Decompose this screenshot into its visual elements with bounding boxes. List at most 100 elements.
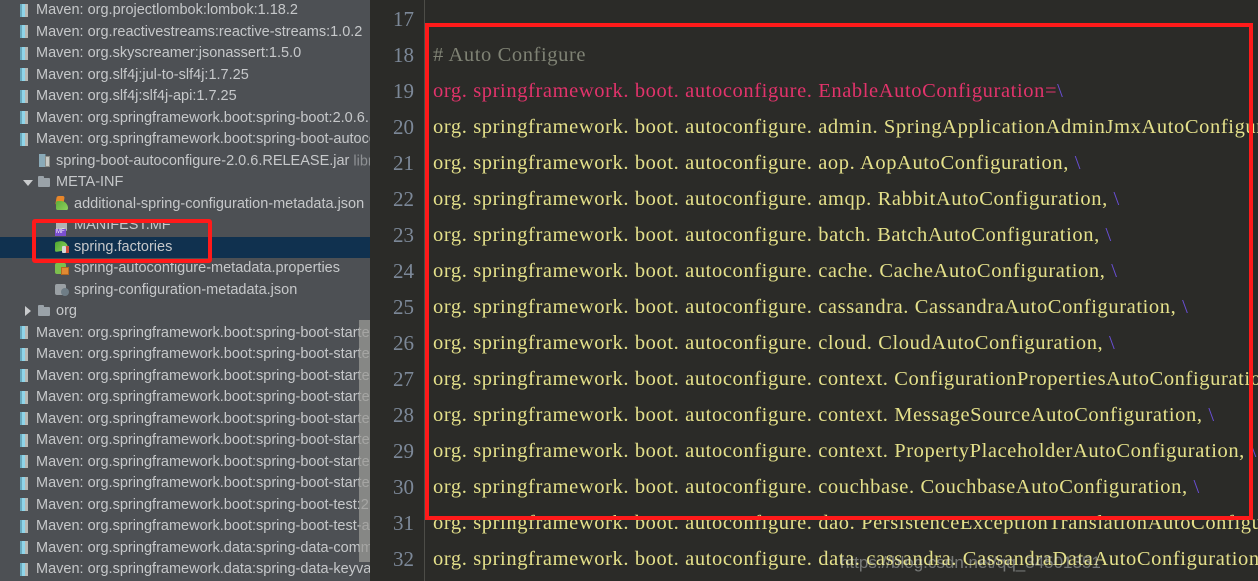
project-tree-panel[interactable]: Maven: org.projectlombok:lombok:1.18.2 Ma…: [0, 0, 370, 581]
maven-icon: [17, 540, 32, 555]
code-line[interactable]: 22 org. springframework. boot. autoconfig…: [370, 181, 1258, 217]
tree-row-label: Maven: org.slf4j:jul-to-slf4j:1.7.25: [36, 66, 249, 83]
line-number: 20: [393, 115, 414, 139]
tree-row[interactable]: spring.factories: [0, 236, 370, 258]
code-line[interactable]: 19 org. springframework. boot. autoconfig…: [370, 73, 1258, 109]
line-number: 32: [393, 547, 414, 571]
manifest-icon: [55, 218, 70, 236]
code-line[interactable]: 29 org. springframework. boot. autoconfig…: [370, 433, 1258, 469]
code-line[interactable]: 20 org. springframework. boot. autoconfig…: [370, 109, 1258, 145]
maven-icon: [17, 411, 32, 426]
code-text: org. springframework. boot. autoconfigur…: [433, 325, 1115, 361]
code-token: org. springframework. boot. autoconfigur…: [433, 188, 1114, 210]
maven-icon: [17, 454, 32, 469]
tree-row[interactable]: MANIFEST.MF: [0, 215, 370, 237]
tree-row[interactable]: Maven: org.springframework.data:spring-d…: [0, 559, 370, 581]
code-token: \: [1057, 80, 1064, 102]
code-line[interactable]: 18 # Auto Configure: [370, 37, 1258, 73]
code-text: org. springframework. boot. autoconfigur…: [433, 361, 1258, 397]
tree-row[interactable]: Maven: org.springframework.boot:spring-b…: [0, 129, 370, 151]
code-line[interactable]: 26 org. springframework. boot. autoconfig…: [370, 325, 1258, 361]
line-number: 26: [393, 331, 414, 355]
tree-row-label: Maven: org.springframework.boot:spring-b…: [36, 367, 370, 384]
maven-icon: [17, 476, 32, 491]
code-line[interactable]: 30 org. springframework. boot. autoconfig…: [370, 469, 1258, 505]
maven-icon: [17, 89, 32, 104]
code-token: # Auto Configure: [433, 44, 587, 66]
code-text: org. springframework. boot. autoconfigur…: [433, 505, 1258, 541]
chevron-right-icon[interactable]: [22, 305, 35, 318]
code-text: org. springframework. boot. autoconfigur…: [433, 541, 1258, 577]
tree-row[interactable]: Maven: org.springframework.boot:spring-b…: [0, 344, 370, 366]
tree-row[interactable]: Maven: org.springframework.boot:spring-b…: [0, 108, 370, 130]
tree-row[interactable]: Maven: org.reactivestreams:reactive-stre…: [0, 22, 370, 44]
code-token: org. springframework. boot. autoconfigur…: [433, 224, 1106, 246]
ide-window: Maven: org.projectlombok:lombok:1.18.2 Ma…: [0, 0, 1258, 581]
code-line[interactable]: 27 org. springframework. boot. autoconfig…: [370, 361, 1258, 397]
tree-row[interactable]: Maven: org.springframework.boot:spring-b…: [0, 430, 370, 452]
tree-row[interactable]: spring-configuration-metadata.json: [0, 280, 370, 302]
tree-row[interactable]: Maven: org.projectlombok:lombok:1.18.2: [0, 0, 370, 22]
code-token: org. springframework. boot. autoconfigur…: [433, 404, 1209, 426]
tree-row[interactable]: Maven: org.springframework.boot:spring-b…: [0, 495, 370, 517]
tree-row[interactable]: additional-spring-configuration-metadata…: [0, 194, 370, 216]
sidebar-vertical-scrollbar[interactable]: [359, 0, 370, 581]
line-number: 17: [393, 7, 414, 31]
tree-row[interactable]: Maven: org.springframework.boot:spring-b…: [0, 387, 370, 409]
tree-row[interactable]: Maven: org.springframework.boot:spring-b…: [0, 366, 370, 388]
code-token: \: [1250, 440, 1257, 462]
code-text: org. springframework. boot. autoconfigur…: [433, 469, 1200, 505]
code-token: org. springframework. boot. autoconfigur…: [433, 80, 1058, 102]
config-metadata-icon: [55, 282, 70, 297]
tree-row-label: Maven: org.springframework.boot:spring-b…: [36, 131, 370, 147]
tree-row[interactable]: META-INF: [0, 172, 370, 194]
spring-factories-icon: [55, 239, 70, 254]
code-token: org. springframework. boot. autoconfigur…: [433, 368, 1258, 390]
line-number: 27: [393, 367, 414, 391]
line-number: 29: [393, 439, 414, 463]
maven-icon: [17, 347, 32, 362]
code-line[interactable]: 25 org. springframework. boot. autoconfig…: [370, 289, 1258, 325]
tree-row[interactable]: Maven: org.skyscreamer:jsonassert:1.5.0: [0, 43, 370, 65]
code-token: org. springframework. boot. autoconfigur…: [433, 296, 1183, 318]
tree-row[interactable]: Maven: org.slf4j:jul-to-slf4j:1.7.25: [0, 65, 370, 87]
code-line[interactable]: 23 org. springframework. boot. autoconfig…: [370, 217, 1258, 253]
code-line[interactable]: 32 org. springframework. boot. autoconfig…: [370, 541, 1258, 577]
tree-row[interactable]: Maven: org.springframework.boot:spring-b…: [0, 452, 370, 474]
tree-row-label: Maven: org.reactivestreams:reactive-stre…: [36, 23, 363, 40]
tree-row[interactable]: Maven: org.springframework.boot:spring-b…: [0, 323, 370, 345]
code-token: \: [1074, 152, 1082, 174]
tree-row[interactable]: Maven: org.springframework.boot:spring-b…: [0, 516, 370, 538]
code-line[interactable]: 21 org. springframework. boot. autoconfig…: [370, 145, 1258, 181]
tree-row[interactable]: spring-autoconfigure-metadata.properties: [0, 258, 370, 280]
sidebar-scrollbar-thumb[interactable]: [359, 320, 370, 562]
code-editor[interactable]: 17 18 # Auto Configure 19 org. springframewo…: [370, 0, 1258, 581]
maven-icon: [17, 390, 32, 405]
code-line[interactable]: 17: [370, 1, 1258, 37]
tree-row[interactable]: spring-boot-autoconfigure-2.0.6.RELEASE.…: [0, 151, 370, 173]
code-token: org. springframework. boot. autoconfigur…: [433, 440, 1251, 462]
code-line[interactable]: 31 org. springframework. boot. autoconfig…: [370, 505, 1258, 541]
tree-row-label: Maven: org.springframework.boot:spring-b…: [36, 453, 370, 470]
tree-row[interactable]: org: [0, 301, 370, 323]
jar-icon: [37, 153, 52, 168]
tree-row-label: Maven: org.springframework.boot:spring-b…: [36, 389, 370, 405]
properties-icon: [55, 261, 70, 276]
tree-row[interactable]: Maven: org.springframework.data:spring-d…: [0, 538, 370, 560]
code-token: org. springframework. boot. autoconfigur…: [433, 512, 1258, 534]
tree-row-label: META-INF: [56, 174, 124, 190]
tree-row[interactable]: Maven: org.slf4j:slf4j-api:1.7.25: [0, 86, 370, 108]
code-line[interactable]: 28 org. springframework. boot. autoconfig…: [370, 397, 1258, 433]
code-token: org. springframework. boot. autoconfigur…: [433, 332, 1109, 354]
code-text: org. springframework. boot. autoconfigur…: [433, 397, 1215, 433]
json-orange-icon: [55, 196, 70, 211]
tree-row-label: Maven: org.springframework.data:spring-d…: [36, 561, 370, 577]
tree-row[interactable]: Maven: org.springframework.boot:spring-b…: [0, 473, 370, 495]
maven-icon: [17, 368, 32, 383]
maven-icon: [17, 562, 32, 577]
tree-row[interactable]: Maven: org.springframework.boot:spring-b…: [0, 409, 370, 431]
tree-row-label: additional-spring-configuration-metadata…: [74, 195, 365, 212]
code-line[interactable]: 24 org. springframework. boot. autoconfig…: [370, 253, 1258, 289]
chevron-down-icon[interactable]: [22, 176, 35, 189]
tree-row-label: Maven: org.springframework.boot:spring-b…: [36, 518, 370, 534]
